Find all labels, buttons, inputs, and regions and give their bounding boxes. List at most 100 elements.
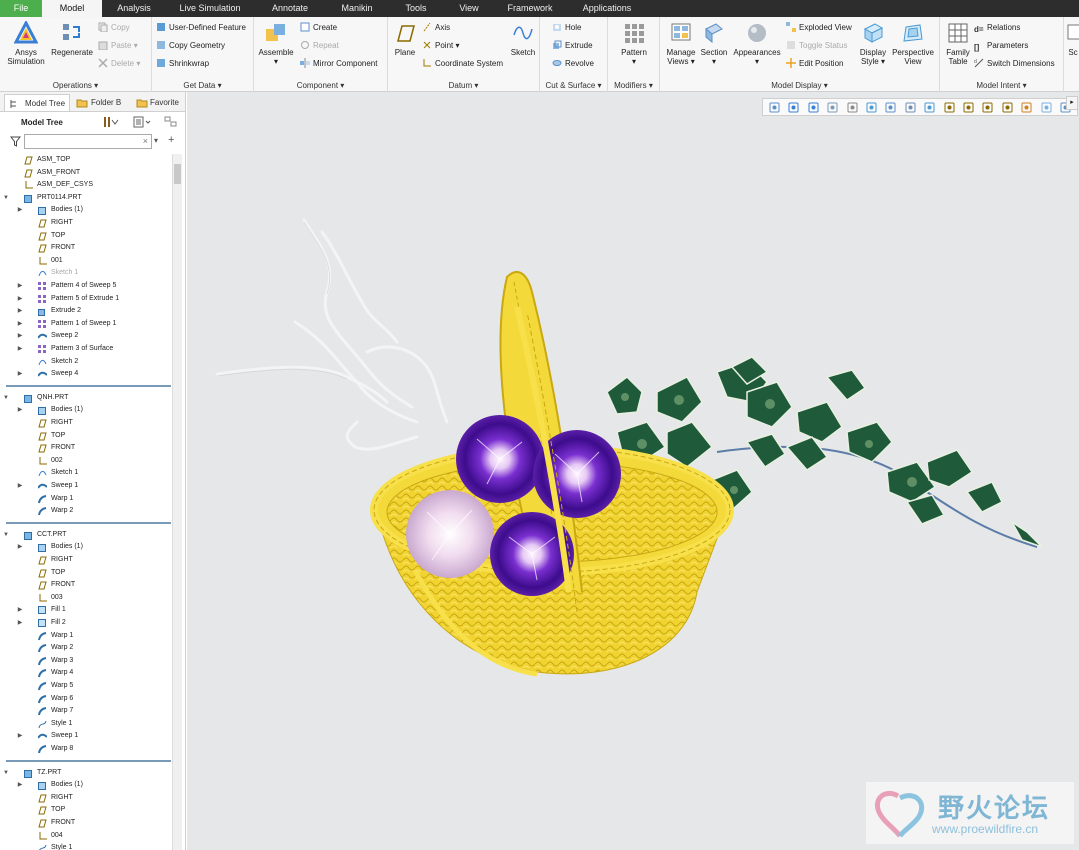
menu-model[interactable]: Model: [42, 0, 102, 17]
tree-row[interactable]: ▶ Sweep 1: [0, 480, 170, 492]
show-menu-icon[interactable]: [132, 116, 152, 130]
tree-row[interactable]: TOP: [0, 230, 170, 242]
tree-separator[interactable]: [6, 759, 171, 762]
tree-search-input[interactable]: ×: [24, 134, 152, 149]
cut-surface-group-label[interactable]: Cut & Surface ▾: [540, 81, 607, 90]
tree-row[interactable]: Warp 2: [0, 505, 170, 517]
ansys-simulation-button[interactable]: Ansys Simulation: [4, 19, 48, 66]
overflow-button[interactable]: Sc: [1066, 21, 1079, 57]
collapsed-chevron-icon[interactable]: ▶: [16, 305, 24, 317]
collapsed-chevron-icon[interactable]: ▶: [16, 204, 24, 216]
model-intent-group-label[interactable]: Model Intent ▾: [940, 81, 1063, 90]
menu-tools[interactable]: Tools: [388, 0, 444, 17]
tree-row[interactable]: ▼ PRT0114.PRT: [0, 192, 170, 204]
tree-row[interactable]: Warp 6: [0, 693, 170, 705]
tree-row[interactable]: Warp 8: [0, 743, 170, 755]
tree-row[interactable]: ▶ Fill 2: [0, 617, 170, 629]
tree-scrollbar[interactable]: [172, 154, 182, 850]
tree-row[interactable]: ▶ Pattern 5 of Extrude 1: [0, 293, 170, 305]
tree-row[interactable]: Sketch 2: [0, 356, 170, 368]
collapsed-chevron-icon[interactable]: ▶: [16, 617, 24, 629]
copy-button[interactable]: Copy: [98, 22, 130, 34]
tree-row[interactable]: FRONT: [0, 817, 170, 829]
tree-row[interactable]: Style 1: [0, 842, 170, 850]
hole-button[interactable]: Hole: [552, 22, 581, 34]
udf-button[interactable]: User-Defined Feature: [156, 22, 246, 34]
tree-row[interactable]: RIGHT: [0, 792, 170, 804]
collapsed-chevron-icon[interactable]: ▶: [16, 293, 24, 305]
tree-row[interactable]: FRONT: [0, 579, 170, 591]
tree-row[interactable]: 002: [0, 455, 170, 467]
tree-row[interactable]: Warp 3: [0, 655, 170, 667]
tree-row[interactable]: ▶ Bodies (1): [0, 541, 170, 553]
clear-search-icon[interactable]: ×: [143, 136, 148, 146]
plane-button[interactable]: Plane: [390, 21, 420, 57]
tree-row[interactable]: 004: [0, 830, 170, 842]
tree-row[interactable]: ▼ QNH.PRT: [0, 392, 170, 404]
collapsed-chevron-icon[interactable]: ▶: [16, 280, 24, 292]
collapsed-chevron-icon[interactable]: ▶: [16, 318, 24, 330]
mirror-component-button[interactable]: Mirror Component: [300, 58, 377, 70]
tree-row[interactable]: TOP: [0, 567, 170, 579]
collapsed-chevron-icon[interactable]: ▶: [16, 404, 24, 416]
tree-row[interactable]: Style 1: [0, 718, 170, 730]
collapsed-chevron-icon[interactable]: ▶: [16, 730, 24, 742]
expanded-chevron-icon[interactable]: ▼: [2, 392, 10, 404]
datum-group-label[interactable]: Datum ▾: [388, 81, 539, 90]
tree-row[interactable]: Sketch 1: [0, 467, 170, 479]
get-data-group-label[interactable]: Get Data ▾: [152, 81, 253, 90]
tree-row[interactable]: ▶ Pattern 4 of Sweep 5: [0, 280, 170, 292]
menu-manikin[interactable]: Manikin: [326, 0, 388, 17]
section-button[interactable]: Section ▾: [698, 21, 730, 66]
shrinkwrap-button[interactable]: Shrinkwrap: [156, 58, 209, 70]
tree-row[interactable]: ASM_DEF_CSYS: [0, 179, 170, 191]
point-button[interactable]: Point ▾: [422, 40, 459, 52]
collapsed-chevron-icon[interactable]: ▶: [16, 604, 24, 616]
collapsed-chevron-icon[interactable]: ▶: [16, 343, 24, 355]
expanded-chevron-icon[interactable]: ▼: [2, 529, 10, 541]
tree-row[interactable]: 001: [0, 255, 170, 267]
extrude-button[interactable]: Extrude: [552, 40, 593, 52]
tree-row[interactable]: ASM_TOP: [0, 154, 170, 166]
add-filter-icon[interactable]: +: [168, 134, 174, 146]
sketch-button[interactable]: Sketch: [508, 21, 538, 57]
tree-row[interactable]: ▶ Pattern 3 of Surface: [0, 343, 170, 355]
relations-button[interactable]: d= Relations: [974, 22, 1020, 34]
modifiers-group-label[interactable]: Modifiers ▾: [608, 81, 659, 90]
coordinate-system-button[interactable]: Coordinate System: [422, 58, 503, 70]
appearances-button[interactable]: Appearances ▾: [732, 21, 782, 66]
tree-row[interactable]: Sketch 1: [0, 267, 170, 279]
expanded-chevron-icon[interactable]: ▼: [2, 767, 10, 779]
component-group-label[interactable]: Component ▾: [254, 81, 387, 90]
pattern-button[interactable]: Pattern ▾: [614, 21, 654, 66]
tree-row[interactable]: ▼ CCT.PRT: [0, 529, 170, 541]
tab-favorites[interactable]: Favorite: [134, 94, 184, 111]
search-dropdown-icon[interactable]: ▾: [154, 136, 158, 145]
model-render[interactable]: [187, 92, 1079, 850]
collapsed-chevron-icon[interactable]: ▶: [16, 779, 24, 791]
filter-icon[interactable]: [9, 136, 22, 149]
tree-separator[interactable]: [6, 521, 171, 524]
copy-geometry-button[interactable]: Copy Geometry: [156, 40, 225, 52]
tree-row[interactable]: ▶ Extrude 2: [0, 305, 170, 317]
regenerate-button[interactable]: Regenerate: [50, 21, 94, 57]
parameters-button[interactable]: [] Parameters: [974, 40, 1028, 52]
display-style-button[interactable]: Display Style ▾: [856, 21, 890, 66]
tree-row[interactable]: TOP: [0, 430, 170, 442]
tree-row[interactable]: ▼ TZ.PRT: [0, 767, 170, 779]
exploded-view-button[interactable]: Exploded View: [786, 22, 852, 34]
operations-group-label[interactable]: Operations ▾: [0, 81, 151, 90]
collapsed-chevron-icon[interactable]: ▶: [16, 541, 24, 553]
tree-separator[interactable]: [6, 384, 171, 387]
tree-row[interactable]: ▶ Fill 1: [0, 604, 170, 616]
tree-row[interactable]: ▶ Bodies (1): [0, 204, 170, 216]
menu-annotate[interactable]: Annotate: [254, 0, 326, 17]
tree-row[interactable]: FRONT: [0, 442, 170, 454]
menu-file[interactable]: File: [0, 0, 42, 17]
toggle-status-button[interactable]: Toggle Status: [786, 40, 847, 52]
collapse-ribbon-button[interactable]: ▸: [1066, 96, 1078, 110]
tab-folder-browser[interactable]: Folder B: [74, 94, 140, 111]
paste-button[interactable]: Paste ▾: [98, 40, 138, 52]
tree-row[interactable]: Warp 7: [0, 705, 170, 717]
tree-row[interactable]: FRONT: [0, 242, 170, 254]
